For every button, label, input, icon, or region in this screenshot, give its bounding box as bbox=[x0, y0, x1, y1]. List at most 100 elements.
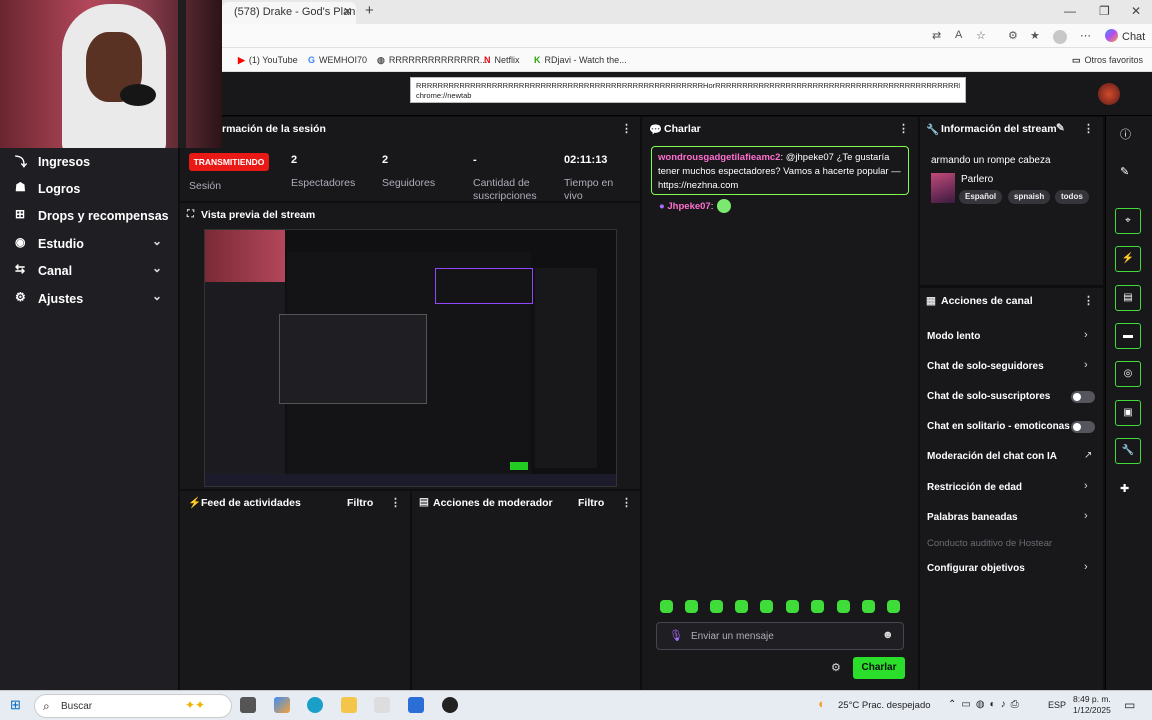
read-aloud-icon[interactable]: A bbox=[955, 29, 962, 41]
chevron-right-icon[interactable]: › bbox=[1084, 480, 1088, 492]
action-moderacion-ia[interactable]: Moderación del chat con IA bbox=[927, 451, 1057, 462]
sidebar-item-ingresos[interactable]: ⤵ Ingresos bbox=[0, 150, 178, 174]
rail-document-button[interactable]: ▤ bbox=[1115, 285, 1141, 311]
external-link-icon[interactable]: ↗ bbox=[1084, 450, 1092, 461]
clock[interactable]: 8:49 p. m. 1/12/2025 bbox=[1073, 694, 1111, 716]
action-configurar-objetivos[interactable]: Configurar objetivos bbox=[927, 563, 1025, 574]
store-icon[interactable] bbox=[374, 697, 390, 713]
session-menu-icon[interactable]: ⋮ bbox=[621, 122, 632, 135]
extensions-icon[interactable]: ⚙ bbox=[1008, 29, 1018, 42]
tag[interactable]: todos bbox=[1055, 190, 1089, 204]
chat-send-button[interactable]: Charlar bbox=[853, 657, 905, 679]
translate-icon[interactable]: ⇄ bbox=[932, 29, 941, 42]
emote-icon[interactable] bbox=[710, 600, 723, 613]
copilot-taskbar-icon[interactable] bbox=[274, 697, 290, 713]
rail-media-button[interactable]: ▣ bbox=[1115, 400, 1141, 426]
add-action-icon[interactable]: ✚ bbox=[1120, 482, 1129, 495]
browser-tab[interactable]: (578) Drake - God's Plan - Yo bbox=[222, 2, 356, 24]
chevron-right-icon[interactable]: › bbox=[1084, 510, 1088, 522]
sidebar-item-drops[interactable]: ⊞ Drops y recompensas bbox=[0, 204, 178, 228]
emote-icon[interactable] bbox=[685, 600, 698, 613]
emote-icon[interactable] bbox=[837, 600, 850, 613]
weather-text[interactable]: 25°C Prac. despejado bbox=[838, 700, 931, 711]
action-emoticonas[interactable]: Chat en solitario - emoticonas bbox=[927, 421, 1070, 432]
edit-icon[interactable]: ✎ bbox=[1056, 122, 1065, 134]
new-tab-button[interactable]: + bbox=[365, 2, 374, 19]
chat-settings-icon[interactable]: ⚙ bbox=[831, 661, 841, 674]
sidebar-item-ajustes[interactable]: ⚙ Ajustes ⌄ bbox=[0, 287, 178, 311]
sidebar-item-canal[interactable]: ⇆ Canal ⌄ bbox=[0, 259, 178, 283]
app-icon[interactable] bbox=[408, 697, 424, 713]
toggle-emoticonas[interactable] bbox=[1071, 421, 1095, 433]
bookmark-globe[interactable]: ◍ RRRRRRRRRRRRRR... bbox=[377, 55, 487, 66]
info-icon[interactable]: ⓘ bbox=[1120, 126, 1131, 142]
windows-start-icon[interactable]: ⊞ bbox=[10, 697, 21, 713]
stream-preview[interactable] bbox=[204, 229, 617, 487]
emote-icon[interactable] bbox=[660, 600, 673, 613]
close-window-icon[interactable]: ✕ bbox=[1131, 4, 1141, 18]
chevron-right-icon[interactable]: › bbox=[1084, 561, 1088, 573]
bookmark-google[interactable]: G WEMHOI70 bbox=[308, 55, 367, 65]
category-name[interactable]: Parlero bbox=[961, 174, 993, 185]
rail-chat-button[interactable]: ▬ bbox=[1115, 323, 1141, 349]
task-view-icon[interactable] bbox=[240, 697, 256, 713]
chevron-down-icon[interactable]: ⌄ bbox=[152, 261, 162, 275]
moderator-filter-button[interactable]: Filtro bbox=[578, 497, 604, 509]
chat-menu-icon[interactable]: ⋮ bbox=[898, 122, 909, 135]
favorite-star-icon[interactable]: ☆ bbox=[976, 29, 986, 42]
sidebar-item-estudio[interactable]: ◉ Estudio ⌄ bbox=[0, 232, 178, 256]
close-tab-icon[interactable]: ✕ bbox=[343, 5, 352, 18]
obs-icon[interactable] bbox=[442, 697, 458, 713]
system-tray-icons[interactable]: ⌃▭◍◐♪⎙ bbox=[948, 699, 1024, 710]
copilot-button[interactable]: Chat bbox=[1105, 29, 1145, 43]
chevron-down-icon[interactable]: ⌄ bbox=[152, 234, 162, 248]
user-avatar[interactable] bbox=[1098, 83, 1120, 105]
minimize-icon[interactable]: — bbox=[1064, 4, 1076, 18]
edge-icon[interactable] bbox=[307, 697, 323, 713]
language-indicator[interactable]: ESP bbox=[1048, 700, 1066, 710]
chat-username[interactable]: wondrousgadgetilafieamc2 bbox=[658, 152, 780, 163]
activity-menu-icon[interactable]: ⋮ bbox=[390, 496, 401, 509]
rail-broadcast-button[interactable]: ◎ bbox=[1115, 361, 1141, 387]
rail-clip-button[interactable]: ⌖ bbox=[1115, 208, 1141, 234]
chat-input[interactable]: 🎙 Enviar un mensaje ☻ bbox=[656, 622, 904, 650]
emote-icon[interactable] bbox=[887, 600, 900, 613]
rail-wrench-button[interactable]: 🔧 bbox=[1115, 438, 1141, 464]
chevron-down-icon[interactable]: ⌄ bbox=[152, 289, 162, 303]
rail-lightning-button[interactable]: ⚡ bbox=[1115, 246, 1141, 272]
emote-icon[interactable] bbox=[786, 600, 799, 613]
emote-icon[interactable] bbox=[760, 600, 773, 613]
restore-icon[interactable]: ❐ bbox=[1099, 4, 1110, 18]
action-solo-seguidores[interactable]: Chat de solo-seguidores bbox=[927, 361, 1044, 372]
chat-username[interactable]: Jhpeke07 bbox=[667, 201, 710, 212]
moderator-menu-icon[interactable]: ⋮ bbox=[621, 496, 632, 509]
action-modo-lento[interactable]: Modo lento bbox=[927, 331, 980, 342]
stream-info-menu-icon[interactable]: ⋮ bbox=[1083, 122, 1094, 135]
bookmark-youtube[interactable]: ▶ (1) YouTube bbox=[238, 55, 298, 66]
file-explorer-icon[interactable] bbox=[341, 697, 357, 713]
channel-actions-menu-icon[interactable]: ⋮ bbox=[1083, 294, 1094, 307]
chevron-right-icon[interactable]: › bbox=[1084, 359, 1088, 371]
emoji-icon[interactable]: ☻ bbox=[882, 629, 894, 641]
microphone-icon[interactable]: 🎙 bbox=[669, 629, 683, 642]
sidebar-item-logros[interactable]: ☗ Logros bbox=[0, 177, 178, 201]
action-restriccion-edad[interactable]: Restricción de edad bbox=[927, 482, 1022, 493]
emote-icon[interactable] bbox=[811, 600, 824, 613]
other-favorites[interactable]: ▭ Otros favoritos bbox=[1072, 55, 1143, 66]
more-menu-icon[interactable]: ⋯ bbox=[1080, 29, 1091, 42]
tag[interactable]: Español bbox=[959, 190, 1003, 204]
action-palabras-baneadas[interactable]: Palabras baneadas bbox=[927, 512, 1018, 523]
pencil-icon[interactable]: ✎ bbox=[1120, 165, 1129, 178]
bookmark-netflix[interactable]: N Netflix bbox=[484, 55, 520, 65]
action-solo-suscriptores[interactable]: Chat de solo-suscriptores bbox=[927, 391, 1050, 402]
favorites-icon[interactable]: ★ bbox=[1030, 29, 1040, 42]
emote-icon[interactable] bbox=[862, 600, 875, 613]
emote-icon[interactable] bbox=[735, 600, 748, 613]
taskbar-search[interactable]: ⌕ Buscar ✦✦ bbox=[34, 694, 232, 718]
profile-avatar[interactable] bbox=[1053, 30, 1067, 44]
bookmark-kick[interactable]: K RDjavi - Watch the... bbox=[534, 55, 627, 65]
notifications-icon[interactable]: ▭ bbox=[1124, 698, 1135, 712]
toggle-solo-suscriptores[interactable] bbox=[1071, 391, 1095, 403]
tag[interactable]: spnaish bbox=[1008, 190, 1051, 204]
activity-filter-button[interactable]: Filtro bbox=[347, 497, 373, 509]
